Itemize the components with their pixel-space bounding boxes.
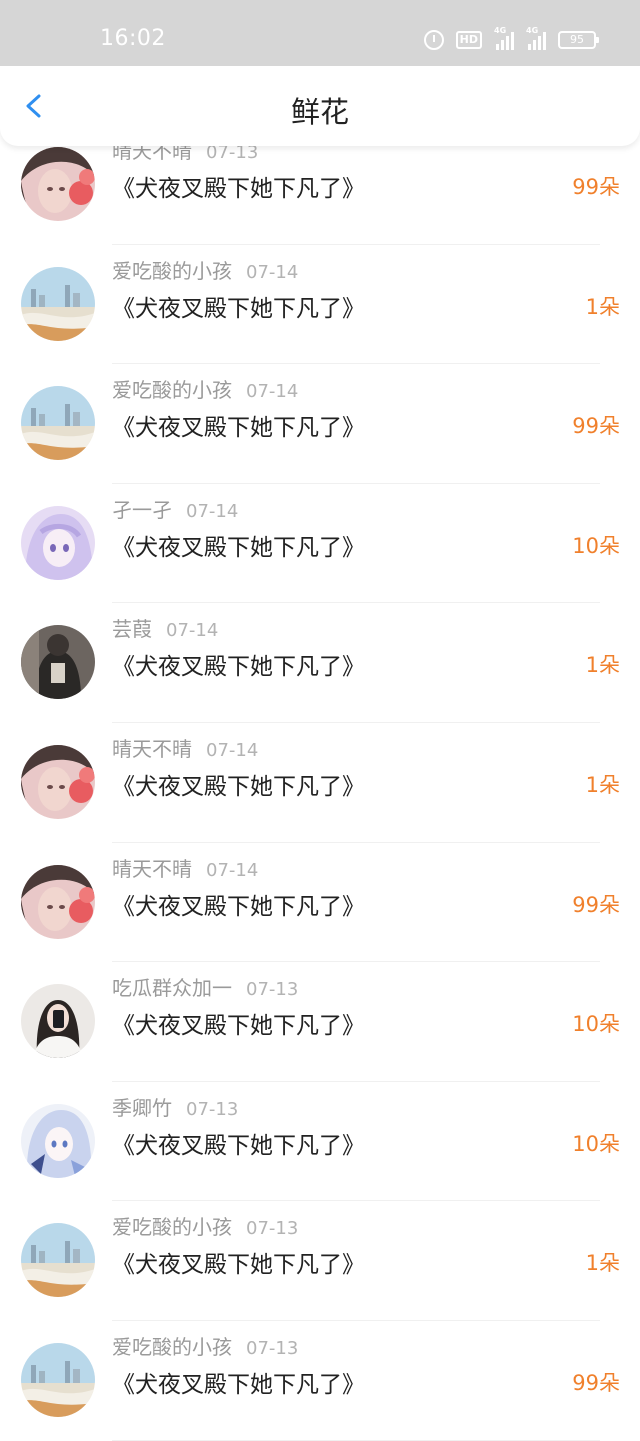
username: 晴天不晴 bbox=[112, 856, 192, 881]
girl-pink-avatar[interactable] bbox=[21, 744, 95, 819]
flower-count: 1朵 bbox=[585, 772, 620, 797]
city-sky-avatar[interactable] bbox=[21, 1342, 95, 1417]
book-title: 《犬夜叉殿下她下凡了》 bbox=[112, 654, 365, 681]
username: 爱吃酸的小孩 bbox=[112, 1215, 232, 1240]
selfie-girl-avatar[interactable] bbox=[21, 984, 95, 1059]
list-item-meta: 孑一孑 07-14 bbox=[112, 494, 238, 523]
signal-icon: 4G bbox=[494, 26, 514, 50]
date: 07-13 bbox=[246, 979, 299, 1001]
status-time: 16:02 bbox=[100, 26, 166, 51]
list-item[interactable]: 爱吃酸的小孩 07-14 《犬夜叉殿下她下凡了》 1朵 bbox=[0, 245, 640, 365]
date: 07-14 bbox=[206, 859, 259, 881]
flower-count: 10朵 bbox=[572, 1012, 620, 1037]
flower-count: 10朵 bbox=[572, 533, 620, 558]
username: 晴天不晴 bbox=[112, 736, 192, 761]
girl-pink-avatar[interactable] bbox=[21, 864, 95, 939]
book-title: 《犬夜叉殿下她下凡了》 bbox=[112, 1252, 365, 1279]
username: 吃瓜群众加一 bbox=[112, 976, 232, 1001]
page-title: 鲜花 bbox=[290, 95, 349, 129]
book-title: 《犬夜叉殿下她下凡了》 bbox=[112, 1132, 365, 1159]
network-type-label-2: 4G bbox=[526, 26, 539, 35]
dark-person-avatar[interactable] bbox=[21, 625, 95, 700]
book-title: 《犬夜叉殿下她下凡了》 bbox=[112, 773, 365, 800]
flower-count: 1朵 bbox=[585, 1251, 620, 1276]
list-item[interactable]: 晴天不晴 07-14 《犬夜叉殿下她下凡了》 99朵 bbox=[0, 843, 640, 963]
nav-bar: 鲜花 bbox=[0, 66, 640, 146]
list-item-meta: 芸葭 07-14 bbox=[112, 613, 218, 642]
list-item-meta: 爱吃酸的小孩 07-13 bbox=[112, 1331, 298, 1360]
book-title: 《犬夜叉殿下她下凡了》 bbox=[112, 415, 365, 442]
username: 爱吃酸的小孩 bbox=[112, 1334, 232, 1359]
hd-icon: HD bbox=[455, 31, 482, 49]
anime-purple-avatar[interactable] bbox=[21, 505, 95, 580]
flower-count: 99朵 bbox=[572, 175, 620, 199]
book-title: 《犬夜叉殿下她下凡了》 bbox=[112, 295, 365, 322]
book-title: 《犬夜叉殿下她下凡了》 bbox=[112, 1013, 365, 1040]
date: 07-14 bbox=[186, 500, 239, 522]
flower-count: 1朵 bbox=[585, 294, 620, 319]
username: 孑一孑 bbox=[112, 497, 172, 522]
flower-count: 10朵 bbox=[572, 1131, 620, 1156]
list-item[interactable]: 吃瓜群众加一 07-13 《犬夜叉殿下她下凡了》 10朵 bbox=[0, 962, 640, 1082]
username: 爱吃酸的小孩 bbox=[112, 378, 232, 403]
city-sky-avatar[interactable] bbox=[21, 386, 95, 461]
list-item[interactable]: 芸葭 07-14 《犬夜叉殿下她下凡了》 1朵 bbox=[0, 603, 640, 723]
alarm-icon bbox=[423, 30, 444, 50]
list-item[interactable]: 季卿竹 07-13 《犬夜叉殿下她下凡了》 10朵 bbox=[0, 1082, 640, 1202]
date: 07-14 bbox=[166, 620, 219, 642]
date: 07-13 bbox=[186, 1098, 239, 1120]
date: 07-13 bbox=[246, 1218, 299, 1240]
flower-count: 99朵 bbox=[572, 1370, 620, 1395]
book-title: 《犬夜叉殿下她下凡了》 bbox=[112, 534, 365, 561]
list-item[interactable]: 孑一孑 07-14 《犬夜叉殿下她下凡了》 10朵 bbox=[0, 484, 640, 604]
battery-icon: 95 bbox=[558, 31, 599, 49]
date: 07-14 bbox=[206, 739, 259, 761]
city-sky-avatar[interactable] bbox=[21, 266, 95, 341]
list-item-meta: 晴天不晴 07-14 bbox=[112, 853, 258, 882]
signal-icon-2: 4G bbox=[526, 26, 546, 50]
list-item[interactable]: 晴天不晴 07-14 《犬夜叉殿下她下凡了》 1朵 bbox=[0, 723, 640, 843]
book-title: 《犬夜叉殿下她下凡了》 bbox=[112, 176, 365, 202]
flower-count: 99朵 bbox=[572, 414, 620, 439]
flower-count: 99朵 bbox=[572, 892, 620, 917]
date: 07-14 bbox=[246, 261, 299, 283]
book-title: 《犬夜叉殿下她下凡了》 bbox=[112, 1371, 365, 1398]
network-type-label: 4G bbox=[494, 26, 507, 35]
list-item-meta: 爱吃酸的小孩 07-14 bbox=[112, 374, 298, 403]
girl-pink-avatar[interactable] bbox=[21, 147, 95, 221]
status-bar: 16:02 HD 4G 4G 95 bbox=[0, 0, 640, 66]
status-icons: HD 4G 4G 95 bbox=[423, 26, 599, 52]
list-item-meta: 吃瓜群众加一 07-13 bbox=[112, 972, 298, 1001]
list-item[interactable]: 爱吃酸的小孩 07-14 《犬夜叉殿下她下凡了》 99朵 bbox=[0, 364, 640, 484]
date: 07-13 bbox=[246, 1337, 299, 1359]
date: 07-14 bbox=[246, 381, 299, 403]
username: 爱吃酸的小孩 bbox=[112, 258, 232, 283]
username: 芸葭 bbox=[112, 617, 152, 642]
list-item-meta: 爱吃酸的小孩 07-14 bbox=[112, 255, 298, 284]
flower-count: 1朵 bbox=[585, 653, 620, 678]
list-item-meta: 晴天不晴 07-14 bbox=[112, 733, 258, 762]
username: 季卿竹 bbox=[112, 1095, 172, 1120]
list-item-meta: 爱吃酸的小孩 07-13 bbox=[112, 1211, 298, 1240]
list-item[interactable]: 爱吃酸的小孩 07-13 《犬夜叉殿下她下凡了》 1朵 bbox=[0, 1201, 640, 1321]
flower-list: 晴天不晴 07-13 《犬夜叉殿下她下凡了》 99朵 爱吃酸的小孩 07-14 《犬… bbox=[0, 125, 640, 1441]
book-title: 《犬夜叉殿下她下凡了》 bbox=[112, 893, 365, 920]
city-sky-avatar[interactable] bbox=[21, 1223, 95, 1298]
list-item[interactable]: 爱吃酸的小孩 07-13 《犬夜叉殿下她下凡了》 99朵 bbox=[0, 1321, 640, 1441]
anime-blue-avatar[interactable] bbox=[21, 1103, 95, 1178]
list-item-meta: 季卿竹 07-13 bbox=[112, 1092, 238, 1121]
